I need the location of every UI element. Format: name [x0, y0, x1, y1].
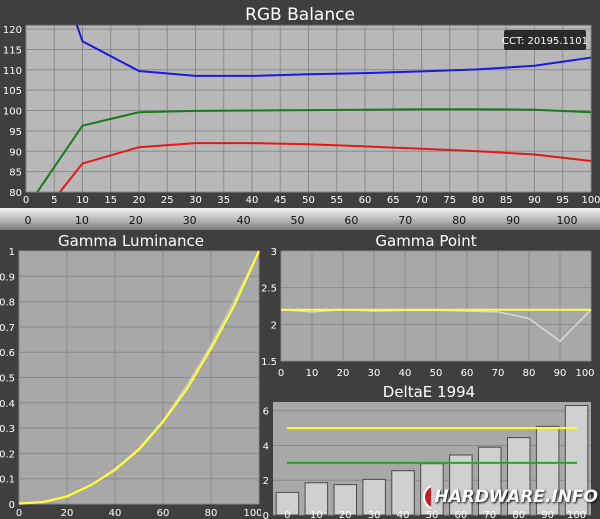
rgb-bar-xtick-label: 40 [237, 214, 251, 227]
gp-xtick-label: 70 [492, 368, 505, 379]
cct-annotation: CCT: 20195.1101 [502, 36, 588, 47]
gp-xtick-label: 80 [523, 368, 536, 379]
de-xtick-label: 0 [284, 510, 290, 519]
gp-xtick-label: 20 [337, 368, 350, 379]
gp-xtick-label: 50 [430, 368, 443, 379]
rgb-xtick-label: 50 [302, 195, 315, 206]
gl-xtick-label: 80 [205, 508, 218, 519]
gamma-point-chart: Gamma Point 1.5 2 2.5 3 0 10 20 30 40 50 60 70 80 90… [261, 231, 600, 381]
gl-ytick-label: 0.8 [0, 298, 15, 309]
rgb-xtick-label: 95 [556, 195, 569, 206]
gl-ytick-label: 0.9 [0, 272, 15, 283]
de-xtick-label: 10 [310, 510, 323, 519]
gl-ytick-label: 1 [9, 247, 15, 258]
rgb-xtick-label: 20 [133, 195, 146, 206]
rgb-bar-xtick-label: 30 [183, 214, 197, 227]
rgb-bar-xtick-label: 70 [398, 214, 412, 227]
watermark-text: HARDWARE.INFO [434, 487, 598, 507]
de-ytick-label: 2 [263, 476, 269, 487]
rgb-bar-xtick-label: 0 [25, 214, 32, 227]
de-xtick-label: 20 [339, 510, 352, 519]
de-ytick-label: 6 [263, 407, 269, 418]
gp-xtick-label: 100 [575, 368, 594, 379]
rgb-xtick-label: 100 [581, 195, 600, 206]
rgb-bar-xtick-label: 90 [506, 214, 520, 227]
gp-ytick-label: 3 [271, 247, 277, 258]
rgb-ytick-label: 100 [3, 107, 22, 118]
rgb-xtick-label: 85 [500, 195, 513, 206]
rgb-ytick-label: 85 [9, 168, 22, 179]
rgb-ytick-label: 95 [9, 127, 22, 138]
gl-ytick-label: 0.3 [0, 424, 15, 435]
gamma-luminance-title: Gamma Luminance [58, 232, 204, 250]
rgb-xtick-label: 10 [76, 195, 89, 206]
rgb-bar-xtick-label: 20 [129, 214, 143, 227]
gp-ytick-label: 2.5 [261, 284, 277, 295]
rgb-xtick-label: 60 [359, 195, 372, 206]
rgb-xtick-label: 45 [274, 195, 287, 206]
gl-xtick-label: 0 [16, 508, 22, 519]
de-xtick-label: 40 [397, 510, 410, 519]
rgb-bar-xtick-label: 80 [452, 214, 466, 227]
rgb-xtick-label: 70 [415, 195, 428, 206]
deltae-bar [391, 470, 415, 516]
rgb-xtick-label: 80 [472, 195, 485, 206]
gp-xtick-label: 0 [278, 368, 284, 379]
de-xtick-label: 30 [368, 510, 381, 519]
gl-ytick-label: 0.4 [0, 399, 15, 410]
gl-xtick-label: 100 [243, 508, 261, 519]
rgb-xtick-label: 25 [161, 195, 174, 206]
rgb-xtick-label: 5 [51, 195, 57, 206]
gl-ytick-label: 0.5 [0, 374, 15, 385]
gl-ytick-label: 0.6 [0, 348, 15, 359]
gp-ytick-label: 1.5 [261, 357, 277, 368]
de-ytick-label: 4 [263, 441, 269, 452]
rgb-xtick-label: 30 [189, 195, 202, 206]
gp-xtick-label: 60 [461, 368, 474, 379]
gl-ytick-label: 0 [9, 500, 15, 511]
gl-ytick-label: 0.1 [0, 475, 15, 486]
gl-ytick-label: 0.7 [0, 323, 15, 334]
rgb-ytick-label: 90 [9, 147, 22, 158]
gp-xtick-label: 10 [306, 368, 319, 379]
rgb-xtick-label: 15 [104, 195, 117, 206]
de-ytick-label: 0 [263, 511, 269, 519]
rgb-bar-xtick-label: 60 [344, 214, 358, 227]
deltae-title: DeltaE 1994 [383, 383, 475, 401]
gamma-point-title: Gamma Point [375, 232, 476, 250]
rgb-ytick-label: 115 [3, 45, 22, 56]
gl-ytick-label: 0.2 [0, 449, 15, 460]
rgb-ytick-label: 80 [9, 188, 22, 199]
rgb-xtick-label: 90 [528, 195, 541, 206]
gl-xtick-label: 40 [109, 508, 122, 519]
rgb-bar-xtick-label: 100 [557, 214, 578, 227]
gamma-luminance-chart: Gamma Luminance 0 0.1 0.2 0.3 0.4 0.5 0.6 0.7 0.… [0, 231, 261, 519]
gl-xtick-label: 20 [61, 508, 74, 519]
rgb-xtick-label: 55 [330, 195, 343, 206]
chart-dashboard: RGB Balance 80 85 90 95 100 105 110 115 120 0 5 10… [0, 0, 600, 519]
rgb-ytick-label: 105 [3, 86, 22, 97]
gp-ytick-label: 2 [271, 320, 277, 331]
rgb-ytick-label: 110 [3, 66, 22, 77]
gl-xtick-label: 60 [157, 508, 170, 519]
rgb-xtick-label: 65 [387, 195, 400, 206]
hardware-info-logo: HARDWARE.INFO [422, 482, 598, 512]
gp-xtick-label: 30 [368, 368, 381, 379]
rgb-bar-xtick-label: 10 [75, 214, 89, 227]
rgb-balance-chart: RGB Balance 80859095100105110115120 0 5 10… [0, 0, 600, 231]
rgb-xtick-label: 75 [443, 195, 456, 206]
rgb-xtick-label: 40 [246, 195, 259, 206]
rgb-ytick-label: 120 [3, 25, 22, 36]
logo-badge-icon [423, 484, 432, 510]
gp-xtick-label: 90 [554, 368, 567, 379]
rgb-bar-xtick-label: 50 [291, 214, 305, 227]
rgb-xtick-label: 35 [217, 195, 230, 206]
rgb-balance-title: RGB Balance [245, 5, 355, 25]
rgb-xtick-label: 0 [23, 195, 29, 206]
gp-xtick-label: 40 [399, 368, 412, 379]
